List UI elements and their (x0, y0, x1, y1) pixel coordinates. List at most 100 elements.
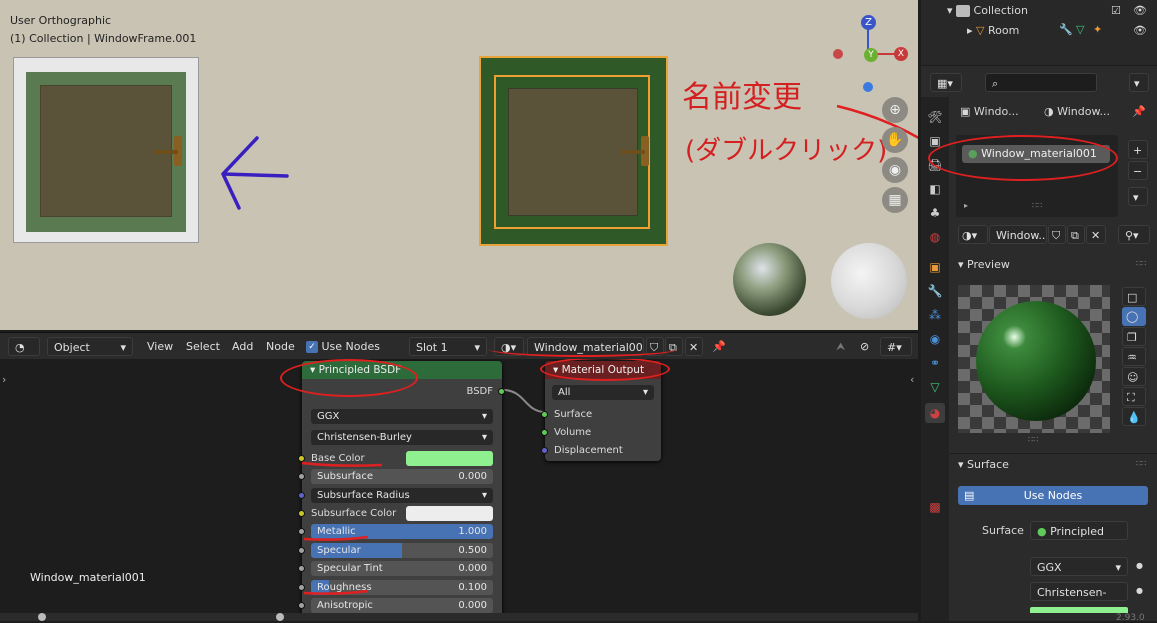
use-nodes-button[interactable]: ▤ Use Nodes (958, 486, 1148, 505)
drag-grip-icon[interactable]: ∷∷ (1136, 259, 1146, 268)
parent-node-icon[interactable]: ⮝ (836, 337, 845, 356)
checkbox-icon[interactable]: ✓ (306, 341, 318, 353)
surface-shader-field[interactable]: ● Principled BS... (1030, 521, 1128, 540)
camera-icon[interactable]: ◉ (882, 157, 908, 183)
menu-node[interactable]: Node (266, 337, 295, 356)
preview-cube-icon[interactable]: ❐ (1122, 327, 1146, 346)
window-frame-left[interactable] (13, 57, 199, 243)
mesh-data-icon[interactable]: ▽ (925, 377, 945, 397)
slot-dropdown[interactable]: Slot 1 ▾ (409, 337, 487, 356)
volume-socket[interactable] (541, 429, 548, 436)
pin-icon[interactable]: 📌 (712, 337, 726, 356)
expand-left-icon[interactable]: › (2, 373, 6, 386)
scroll-handle[interactable] (38, 613, 46, 621)
use-nodes-button-label: Use Nodes (1023, 489, 1083, 502)
axis-gizmo[interactable]: Z Y X (830, 12, 910, 92)
world-icon[interactable]: ◍ (925, 227, 945, 247)
breadcrumb-material[interactable]: ◑ Window... (1044, 105, 1110, 118)
gizmo-y[interactable]: Y (864, 48, 878, 62)
preview-monkey-icon[interactable]: ☺ (1122, 367, 1146, 386)
resize-grip-icon[interactable]: ∷∷ (1032, 201, 1042, 210)
preview-cloth-icon[interactable]: ⛶ (1122, 387, 1146, 406)
distribution-dropdown[interactable]: GGX ▾ (1030, 557, 1128, 576)
menu-view[interactable]: View (147, 337, 173, 356)
view-layer-icon[interactable]: ◧ (925, 179, 945, 199)
expand-arrow-icon[interactable]: ▸ (964, 201, 968, 210)
constraints-icon[interactable]: ⚭ (925, 353, 945, 373)
subsurface-method-dropdown[interactable]: Christensen-B... (1030, 582, 1128, 601)
scene-icon[interactable]: ♣ (925, 203, 945, 223)
bsdf-output-socket[interactable] (498, 388, 505, 395)
unlink-close-icon[interactable]: ✕ (685, 337, 703, 356)
3d-viewport[interactable]: User Orthographic (1) Collection | Windo… (0, 0, 918, 330)
node-tree-dropdown[interactable]: ⚲▾ (1118, 225, 1150, 244)
editor-type-icon[interactable]: ◔ ▾ (8, 337, 40, 373)
pin-icon[interactable]: 📌 (1132, 105, 1146, 118)
window-frame-selected[interactable] (479, 56, 668, 246)
material-name-label: Window_material001 (30, 571, 146, 584)
collection-checkbox-icon[interactable]: ☑ (1111, 4, 1121, 17)
collection-label: Collection (973, 4, 1028, 17)
eye-icon[interactable]: 👁 (1133, 24, 1147, 37)
preview-flat-icon[interactable]: □ (1122, 287, 1146, 306)
fake-user-shield-icon[interactable]: ⛉ (1048, 225, 1066, 244)
subsurface-color-swatch[interactable] (406, 506, 493, 521)
unlink-close-icon[interactable]: ✕ (1086, 225, 1106, 244)
editor-type-icon[interactable]: ▦▾ (930, 73, 962, 92)
surface-socket[interactable] (541, 411, 548, 418)
options-dropdown-icon[interactable]: ▾ (1129, 73, 1149, 92)
add-slot-button[interactable]: + (1128, 140, 1148, 159)
room-row[interactable]: ▸ ▽ Room (967, 24, 1019, 37)
preview-fluid-icon[interactable]: 💧 (1122, 407, 1146, 426)
slot-specials-dropdown[interactable]: ▾ (1128, 187, 1148, 206)
distribution-dropdown[interactable]: GGX ▾ (311, 409, 493, 424)
base-color-swatch[interactable] (406, 451, 493, 466)
expand-right-icon[interactable]: ‹ (910, 373, 914, 386)
material-name-field[interactable]: Window... (989, 225, 1047, 244)
collection-row[interactable]: ▾ Collection (947, 4, 1028, 17)
mesh-data-icon[interactable]: ▽ (1076, 23, 1084, 36)
modifier-wrench-icon[interactable]: 🔧 (1059, 23, 1073, 36)
particles-icon[interactable]: ⁂ (925, 305, 945, 325)
menu-add[interactable]: Add (232, 337, 253, 356)
gizmo-x[interactable]: X (894, 47, 908, 61)
material-browse-icon[interactable]: ◑▾ (958, 225, 988, 244)
output-target-dropdown[interactable]: All ▾ (552, 385, 654, 400)
subsurface-method-dropdown[interactable]: Christensen-Burley ▾ (311, 430, 493, 445)
subsurface-method-label: Christensen-Burley (317, 432, 412, 443)
snap-grid-dropdown[interactable]: #▾ (880, 337, 912, 356)
drag-grip-icon[interactable]: ∷∷ (1136, 459, 1146, 468)
gizmo-z[interactable]: Z (861, 15, 876, 30)
physics-icon[interactable]: ◉ (925, 329, 945, 349)
use-nodes-toggle[interactable]: ✓ Use Nodes (306, 337, 380, 356)
base-color-swatch[interactable] (1030, 607, 1128, 613)
grid-icon[interactable]: ▦ (882, 187, 908, 213)
remove-slot-button[interactable]: − (1128, 161, 1148, 180)
surface-panel-header[interactable]: ▾ Surface (958, 458, 1009, 471)
modifier-wrench-icon[interactable]: 🔧 (925, 281, 945, 301)
preview-sphere-icon[interactable]: ◯ (1122, 307, 1146, 326)
annotation-underline (488, 341, 678, 357)
scroll-handle[interactable] (276, 613, 284, 621)
preview-hair-icon[interactable]: ♒ (1122, 347, 1146, 366)
material-tab-icon[interactable]: ◕ (925, 403, 945, 423)
node-canvas[interactable]: › ‹ Window_material001 ▾ Principled BSDF… (0, 359, 918, 621)
annotation-rename: 名前変更 (682, 80, 802, 115)
duplicate-icon[interactable]: ⧉ (1067, 225, 1085, 244)
eye-icon[interactable]: 👁 (1133, 4, 1147, 17)
displacement-socket[interactable] (541, 447, 548, 454)
texture-icon[interactable]: ▩ (925, 497, 945, 517)
snapping-icon[interactable]: ⊘ (860, 337, 869, 356)
tool-icon[interactable]: 🛠 (925, 107, 945, 127)
collection-icon (956, 5, 971, 17)
armature-icon[interactable]: ✦ (1093, 23, 1102, 36)
object-icon[interactable]: ▣ (925, 257, 945, 277)
pan-hand-icon[interactable]: ✋ (882, 127, 908, 153)
zoom-icon[interactable]: ⊕ (882, 97, 908, 123)
preview-panel-header[interactable]: ▾ Preview (958, 258, 1010, 271)
properties-search-input[interactable]: ⌕ (985, 73, 1097, 92)
menu-select[interactable]: Select (186, 337, 220, 356)
breadcrumb-object[interactable]: ▣ Windo... (960, 105, 1019, 118)
resize-grip-icon[interactable]: ∷∷ (1028, 435, 1038, 444)
object-mode-dropdown[interactable]: Object ▾ (47, 337, 133, 356)
